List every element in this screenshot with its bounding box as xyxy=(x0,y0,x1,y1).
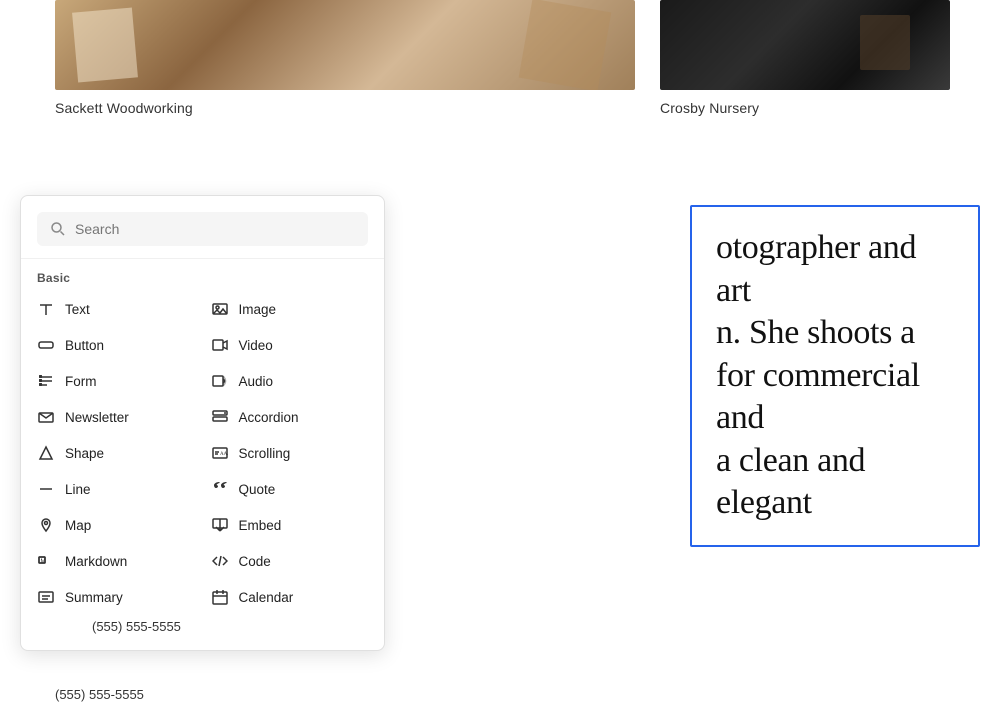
button-label: Button xyxy=(65,338,104,353)
accordion-icon xyxy=(211,408,229,426)
search-box[interactable] xyxy=(37,212,368,246)
scrolling-label: Scrolling xyxy=(239,446,291,461)
map-icon xyxy=(37,516,55,534)
image-icon xyxy=(211,300,229,318)
calendar-label: Calendar xyxy=(239,590,294,605)
item-map[interactable]: Map xyxy=(29,507,203,543)
calendar-icon xyxy=(211,588,229,606)
shape-icon xyxy=(37,444,55,462)
code-label: Code xyxy=(239,554,271,569)
item-text[interactable]: Text xyxy=(29,291,203,327)
video-label: Video xyxy=(239,338,273,353)
text-block-content: otographer and artn. She shoots afor com… xyxy=(716,227,954,525)
top-section: Sackett Woodworking Crosby Nursery xyxy=(0,0,1000,145)
footer-phone: (555) 555-5555 xyxy=(55,687,144,702)
text-icon xyxy=(37,300,55,318)
item-scrolling[interactable]: AAA Scrolling xyxy=(203,435,377,471)
embed-label: Embed xyxy=(239,518,282,533)
scrolling-icon: AAA xyxy=(211,444,229,462)
markdown-icon: M xyxy=(37,552,55,570)
line-icon xyxy=(37,480,55,498)
audio-icon xyxy=(211,372,229,390)
text-block[interactable]: otographer and artn. She shoots afor com… xyxy=(690,205,980,547)
item-shape[interactable]: Shape xyxy=(29,435,203,471)
markdown-label: Markdown xyxy=(65,554,127,569)
item-form[interactable]: Form xyxy=(29,363,203,399)
search-container xyxy=(21,212,384,259)
summary-label: Summary xyxy=(65,590,123,605)
search-input[interactable] xyxy=(75,221,356,237)
quote-icon xyxy=(211,480,229,498)
item-button[interactable]: Button xyxy=(29,327,203,363)
code-icon xyxy=(211,552,229,570)
item-image[interactable]: Image xyxy=(203,291,377,327)
image-label: Image xyxy=(239,302,277,317)
text-content-area: otographer and artn. She shoots afor com… xyxy=(385,195,990,570)
project-right: Crosby Nursery xyxy=(660,0,1000,145)
audio-label: Audio xyxy=(239,374,274,389)
newsletter-label: Newsletter xyxy=(65,410,129,425)
item-newsletter[interactable]: Newsletter xyxy=(29,399,203,435)
item-markdown[interactable]: M Markdown xyxy=(29,543,203,579)
svg-text:M: M xyxy=(41,559,46,565)
item-audio[interactable]: Audio xyxy=(203,363,377,399)
project1-title: Sackett Woodworking xyxy=(55,100,660,116)
project2-title: Crosby Nursery xyxy=(660,100,1000,116)
project-left: Sackett Woodworking xyxy=(0,0,660,145)
item-summary[interactable]: Summary xyxy=(29,579,203,615)
block-insertion-panel: Basic Text Image xyxy=(20,195,385,651)
summary-icon xyxy=(37,588,55,606)
item-code[interactable]: Code xyxy=(203,543,377,579)
item-accordion[interactable]: Accordion xyxy=(203,399,377,435)
item-quote[interactable]: Quote xyxy=(203,471,377,507)
item-embed[interactable]: Embed xyxy=(203,507,377,543)
phone-number: (555) 555-5555 xyxy=(76,611,439,638)
shape-label: Shape xyxy=(65,446,104,461)
accordion-label: Accordion xyxy=(239,410,299,425)
project-image-right xyxy=(660,0,950,90)
map-label: Map xyxy=(65,518,91,533)
search-icon xyxy=(49,220,67,238)
quote-label: Quote xyxy=(239,482,276,497)
form-label: Form xyxy=(65,374,97,389)
item-line[interactable]: Line xyxy=(29,471,203,507)
button-icon xyxy=(37,336,55,354)
item-calendar[interactable]: Calendar xyxy=(203,579,377,615)
text-label: Text xyxy=(65,302,90,317)
video-icon xyxy=(211,336,229,354)
embed-icon xyxy=(211,516,229,534)
form-icon xyxy=(37,372,55,390)
item-video[interactable]: Video xyxy=(203,327,377,363)
items-grid: Text Image Button xyxy=(21,291,384,615)
svg-text:AAA: AAA xyxy=(220,452,228,457)
project-image-left xyxy=(55,0,635,90)
newsletter-icon xyxy=(37,408,55,426)
line-label: Line xyxy=(65,482,91,497)
section-basic-label: Basic xyxy=(21,259,384,291)
